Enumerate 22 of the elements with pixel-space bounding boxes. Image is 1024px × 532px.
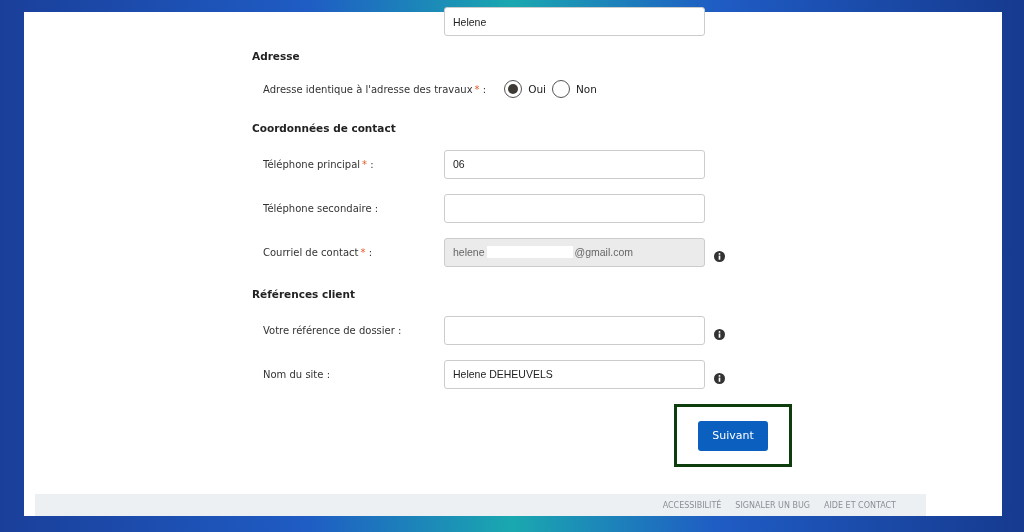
section-heading: Adresse xyxy=(252,49,301,64)
text-field[interactable] xyxy=(444,193,705,223)
info-icon[interactable] xyxy=(714,372,725,384)
radio-label[interactable]: Non xyxy=(576,83,597,95)
radio-label[interactable]: Oui xyxy=(528,83,546,95)
field-label: Nom du site : xyxy=(262,368,331,380)
text-field: helene @gmail.com xyxy=(444,237,705,267)
section-heading: Références client xyxy=(252,287,356,302)
info-icon[interactable] xyxy=(714,328,725,340)
text-field[interactable] xyxy=(444,315,705,345)
radio-button[interactable] xyxy=(504,80,523,98)
field-label: Courriel de contact * : xyxy=(262,246,374,258)
field-label: Téléphone secondaire : xyxy=(262,202,380,214)
next-button[interactable]: Suivant xyxy=(698,420,768,451)
radio-button[interactable] xyxy=(552,80,570,98)
text-field[interactable]: Helene xyxy=(444,7,705,36)
text-field[interactable]: Helene DEHEUVELS xyxy=(444,359,705,389)
text-field[interactable]: 06 xyxy=(444,149,705,179)
section-heading: Coordonnées de contact xyxy=(252,121,397,136)
field-label: Adresse identique à l'adresse des travaux * : xyxy=(262,83,487,95)
field-label: Téléphone principal * : xyxy=(262,158,375,170)
field-label: Votre référence de dossier : xyxy=(262,324,403,336)
